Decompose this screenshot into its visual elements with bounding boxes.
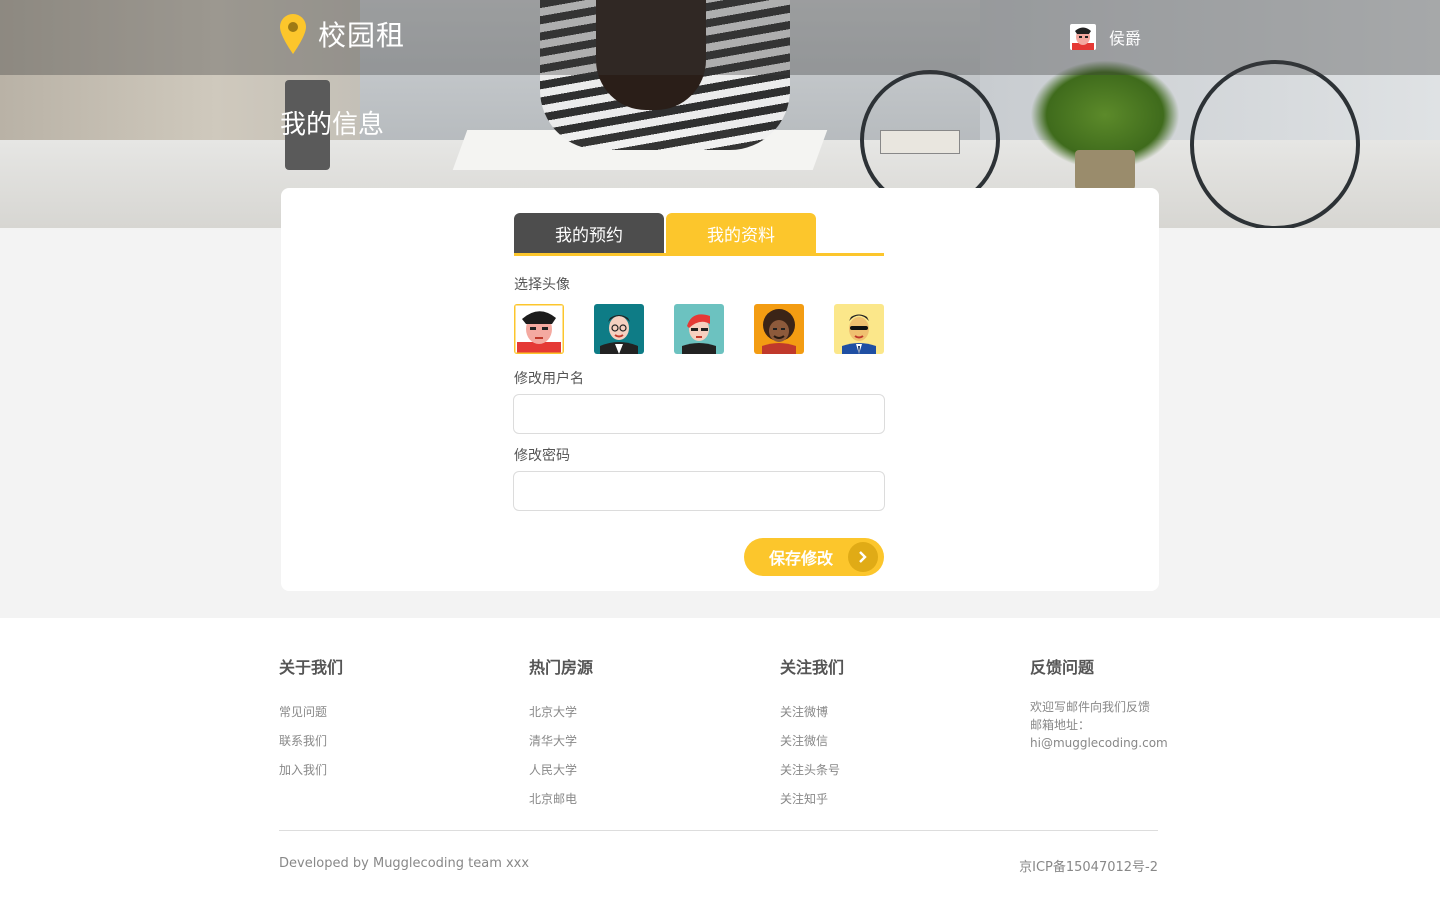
footer-link[interactable]: 加入我们 xyxy=(279,756,343,785)
location-pin-icon xyxy=(280,14,306,54)
tab-my-bookings[interactable]: 我的预约 xyxy=(514,213,664,253)
avatar-label: 选择头像 xyxy=(514,277,570,293)
footer-heading: 反馈问题 xyxy=(1030,658,1095,677)
username-field[interactable] xyxy=(513,394,885,434)
user-name: 侯爵 xyxy=(1109,29,1142,48)
footer-link[interactable]: 关注微信 xyxy=(780,727,844,756)
password-field[interactable] xyxy=(513,471,885,511)
footer-col-follow: 关注我们 关注微博 关注微信 关注头条号 关注知乎 xyxy=(780,654,844,814)
footer-icp: 京ICP备15047012号-2 xyxy=(1019,860,1158,875)
footer-heading: 关注我们 xyxy=(780,658,845,677)
user-menu[interactable]: 侯爵 xyxy=(1070,24,1141,50)
avatar xyxy=(1070,24,1096,50)
save-button-label: 保存修改 xyxy=(769,549,834,568)
footer-link[interactable]: 常见问题 xyxy=(279,698,343,727)
profile-card: 我的预约 我的资料 选择头像 修改用户名 修改密码 保存修改 xyxy=(281,188,1159,591)
avatar-option-4[interactable] xyxy=(754,304,804,354)
tab-bar: 我的预约 我的资料 xyxy=(514,213,884,256)
footer-link[interactable]: 北京邮电 xyxy=(529,785,593,814)
footer-col-hot-listings: 热门房源 北京大学 清华大学 人民大学 北京邮电 xyxy=(529,654,593,814)
footer-heading: 关于我们 xyxy=(279,658,344,677)
feedback-text: 邮箱地址： xyxy=(1030,718,1091,732)
feedback-text: 欢迎写邮件向我们反馈 xyxy=(1030,700,1151,714)
footer-link[interactable]: 北京大学 xyxy=(529,698,593,727)
footer-col-feedback: 反馈问题 欢迎写邮件向我们反馈 邮箱地址： hi@mugglecoding.co… xyxy=(1030,654,1168,752)
avatar-option-3[interactable] xyxy=(674,304,724,354)
footer-credit: Developed by Mugglecoding team xxx xyxy=(279,856,530,871)
footer-col-about: 关于我们 常见问题 联系我们 加入我们 xyxy=(279,654,343,785)
footer-link[interactable]: 联系我们 xyxy=(279,727,343,756)
password-label: 修改密码 xyxy=(514,448,570,464)
username-label: 修改用户名 xyxy=(514,371,584,387)
avatar-picker xyxy=(514,304,884,354)
footer-link[interactable]: 关注微博 xyxy=(780,698,844,727)
save-button[interactable]: 保存修改 xyxy=(744,538,884,576)
avatar-option-1[interactable] xyxy=(514,304,564,354)
feedback-email[interactable]: hi@mugglecoding.com xyxy=(1030,734,1168,752)
chevron-right-icon xyxy=(848,542,878,572)
footer-link[interactable]: 关注知乎 xyxy=(780,785,844,814)
footer-link[interactable]: 清华大学 xyxy=(529,727,593,756)
tab-my-profile[interactable]: 我的资料 xyxy=(666,213,816,253)
site-footer: 关于我们 常见问题 联系我们 加入我们 热门房源 北京大学 清华大学 人民大学 … xyxy=(0,618,1440,900)
page-title: 我的信息 xyxy=(280,110,385,140)
footer-heading: 热门房源 xyxy=(529,658,594,677)
app-name: 校园租 xyxy=(318,19,406,52)
avatar-option-2[interactable] xyxy=(594,304,644,354)
avatar-option-5[interactable] xyxy=(834,304,884,354)
footer-divider xyxy=(279,830,1158,831)
footer-link[interactable]: 关注头条号 xyxy=(780,756,844,785)
site-logo[interactable]: 校园租 xyxy=(280,14,405,54)
footer-link[interactable]: 人民大学 xyxy=(529,756,593,785)
